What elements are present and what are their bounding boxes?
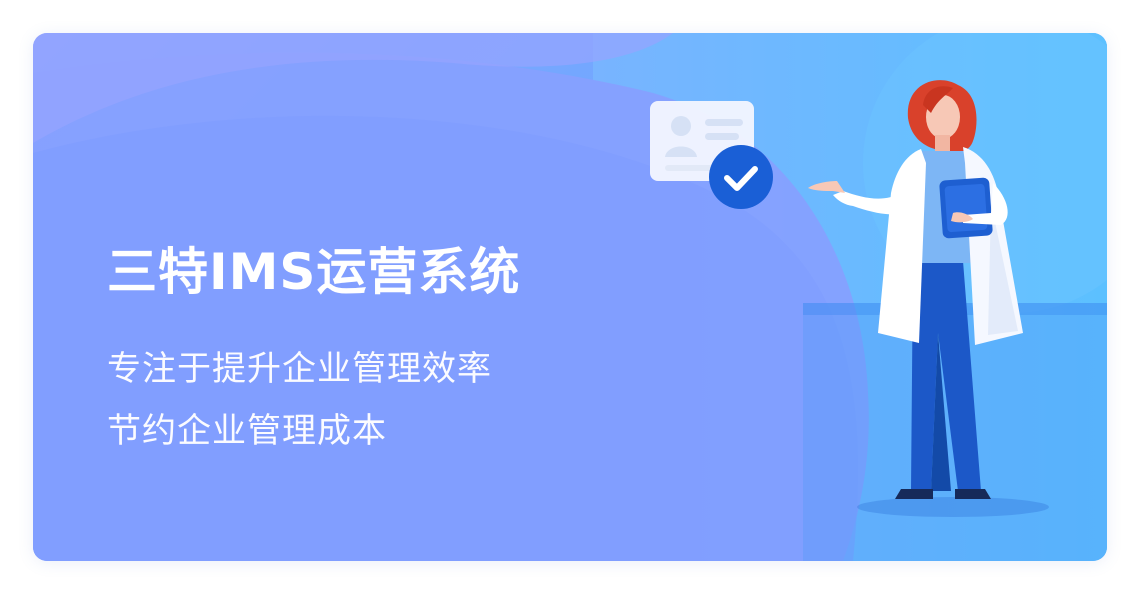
banner-subtitle-line2: 节约企业管理成本 — [107, 411, 387, 451]
check-icon — [709, 145, 773, 209]
banner-title: 三特IMS运营系统 — [107, 243, 521, 301]
page: 三特IMS运营系统 专注于提升企业管理效率 节约企业管理成本 — [0, 0, 1140, 594]
banner-card: 三特IMS运营系统 专注于提升企业管理效率 节约企业管理成本 — [33, 33, 1107, 561]
woman-figure — [808, 80, 1049, 517]
banner-subtitle-line1: 专注于提升企业管理效率 — [107, 349, 492, 389]
